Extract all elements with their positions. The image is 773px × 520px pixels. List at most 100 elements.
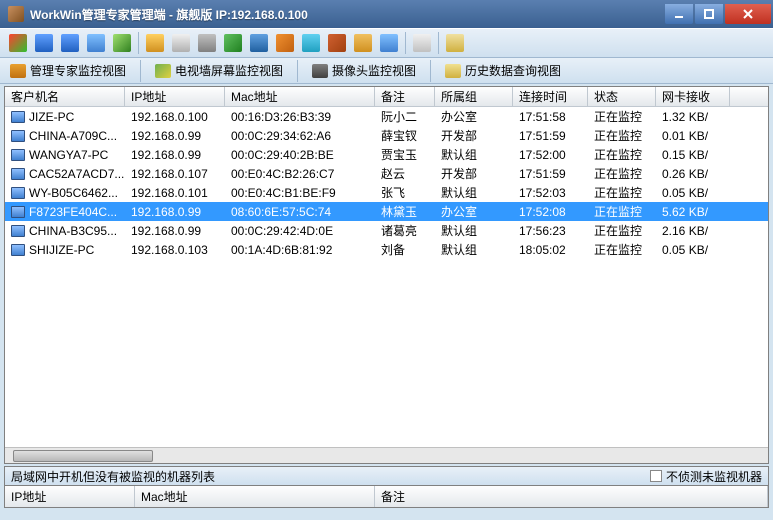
transfer-icon <box>276 34 294 52</box>
expert-view[interactable]: 管理专家监控视图 <box>6 60 130 81</box>
grid-icon <box>87 34 105 52</box>
cell-ip: 192.168.0.103 <box>125 242 225 258</box>
table-row[interactable]: CHINA-B3C95...192.168.0.9900:0C:29:42:4D… <box>5 221 768 240</box>
screens-icon[interactable] <box>58 31 82 55</box>
cell-status: 正在监控 <box>588 164 656 183</box>
monitor-icon <box>9 34 27 52</box>
scroll-thumb[interactable] <box>13 450 153 462</box>
upload-icon[interactable] <box>299 31 323 55</box>
refresh-icon <box>224 34 242 52</box>
cell-net: 2.16 KB/ <box>656 223 730 239</box>
horizontal-scrollbar[interactable] <box>5 447 768 463</box>
globe-icon <box>250 34 268 52</box>
bcol-ip[interactable]: IP地址 <box>5 486 135 507</box>
tools-icon <box>328 34 346 52</box>
cell-group: 开发部 <box>435 126 513 145</box>
table-row[interactable]: F8723FE404C...192.168.0.9908:60:6E:57:5C… <box>5 202 768 221</box>
folder-icon[interactable] <box>143 31 167 55</box>
wall-view-icon <box>155 64 171 78</box>
cell-time: 17:52:08 <box>513 204 588 220</box>
calendar-icon[interactable] <box>443 31 467 55</box>
picture-icon <box>113 34 131 52</box>
picture-icon[interactable] <box>110 31 134 55</box>
expert-view-label: 管理专家监控视图 <box>30 62 126 79</box>
cell-time: 17:52:03 <box>513 185 588 201</box>
task-icon <box>413 34 431 52</box>
cell-mac: 00:1A:4D:6B:81:92 <box>225 242 375 258</box>
no-detect-label: 不侦测未监视机器 <box>666 468 762 485</box>
display-icon[interactable] <box>32 31 56 55</box>
cell-host: WANGYA7-PC <box>5 147 125 163</box>
cell-host: F8723FE404C... <box>5 204 125 220</box>
cell-net: 5.62 KB/ <box>656 204 730 220</box>
table-row[interactable]: WY-B05C6462...192.168.0.10100:E0:4C:B1:B… <box>5 183 768 202</box>
no-detect-checkbox[interactable] <box>650 470 662 482</box>
upload-icon <box>302 34 320 52</box>
titlebar: WorkWin管理专家管理端 - 旗舰版 IP:192.168.0.100 <box>0 0 773 28</box>
pc-icon <box>11 130 25 142</box>
toolbar-separator <box>438 32 439 54</box>
unmonitored-header: 局域网中开机但没有被监视的机器列表 不侦测未监视机器 <box>4 466 769 486</box>
history-view[interactable]: 历史数据查询视图 <box>441 60 565 81</box>
wall-view[interactable]: 电视墙屏幕监控视图 <box>151 60 287 81</box>
minimize-button[interactable] <box>665 4 693 24</box>
camera-view-icon <box>312 64 328 78</box>
cell-ip: 192.168.0.100 <box>125 109 225 125</box>
cell-ip: 192.168.0.99 <box>125 223 225 239</box>
viewbar-separator <box>297 60 298 82</box>
table-row[interactable]: JIZE-PC192.168.0.10000:16:D3:26:B3:39阮小二… <box>5 107 768 126</box>
maximize-button[interactable] <box>695 4 723 24</box>
col-time[interactable]: 连接时间 <box>513 87 588 106</box>
cell-remark: 林黛玉 <box>375 202 435 221</box>
cell-host: CHINA-B3C95... <box>5 223 125 239</box>
cell-mac: 00:16:D3:26:B3:39 <box>225 109 375 125</box>
cell-status: 正在监控 <box>588 183 656 202</box>
col-ip[interactable]: IP地址 <box>125 87 225 106</box>
grid-icon[interactable] <box>84 31 108 55</box>
viewbar-separator <box>140 60 141 82</box>
col-host[interactable]: 客户机名 <box>5 87 125 106</box>
globe-icon[interactable] <box>247 31 271 55</box>
col-group[interactable]: 所属组 <box>435 87 513 106</box>
pc-icon <box>11 187 25 199</box>
cell-remark: 张飞 <box>375 183 435 202</box>
toolbar <box>0 28 773 58</box>
col-status[interactable]: 状态 <box>588 87 656 106</box>
unmonitored-label: 局域网中开机但没有被监视的机器列表 <box>11 468 650 485</box>
cell-time: 17:56:23 <box>513 223 588 239</box>
table-row[interactable]: CAC52A7ACD7...192.168.0.10700:E0:4C:B2:2… <box>5 164 768 183</box>
toolbar-separator <box>138 32 139 54</box>
table-row[interactable]: SHIJIZE-PC192.168.0.10300:1A:4D:6B:81:92… <box>5 240 768 259</box>
col-net[interactable]: 网卡接收 <box>656 87 730 106</box>
col-remark[interactable]: 备注 <box>375 87 435 106</box>
cell-remark: 赵云 <box>375 164 435 183</box>
table-row[interactable]: WANGYA7-PC192.168.0.9900:0C:29:40:2B:BE贾… <box>5 145 768 164</box>
cell-remark: 贾宝玉 <box>375 145 435 164</box>
task-icon[interactable] <box>410 31 434 55</box>
folder-icon <box>146 34 164 52</box>
unmonitored-table: IP地址 Mac地址 备注 <box>4 486 769 508</box>
cell-ip: 192.168.0.101 <box>125 185 225 201</box>
user-icon[interactable] <box>351 31 375 55</box>
bcol-remark[interactable]: 备注 <box>375 486 768 507</box>
bcol-mac[interactable]: Mac地址 <box>135 486 375 507</box>
cell-ip: 192.168.0.99 <box>125 147 225 163</box>
transfer-icon[interactable] <box>273 31 297 55</box>
close-button[interactable] <box>725 4 771 24</box>
col-mac[interactable]: Mac地址 <box>225 87 375 106</box>
cell-group: 办公室 <box>435 202 513 221</box>
table-header: 客户机名 IP地址 Mac地址 备注 所属组 连接时间 状态 网卡接收 <box>5 87 768 107</box>
refresh-icon[interactable] <box>221 31 245 55</box>
document-icon[interactable] <box>169 31 193 55</box>
cell-mac: 00:E0:4C:B2:26:C7 <box>225 166 375 182</box>
monitor-icon[interactable] <box>6 31 30 55</box>
message-icon[interactable] <box>377 31 401 55</box>
cell-net: 0.05 KB/ <box>656 242 730 258</box>
cell-group: 默认组 <box>435 183 513 202</box>
pc-icon <box>11 168 25 180</box>
camera-view[interactable]: 摄像头监控视图 <box>308 60 420 81</box>
tools-icon[interactable] <box>325 31 349 55</box>
trash-icon[interactable] <box>195 31 219 55</box>
table-row[interactable]: CHINA-A709C...192.168.0.9900:0C:29:34:62… <box>5 126 768 145</box>
app-icon <box>8 6 24 22</box>
